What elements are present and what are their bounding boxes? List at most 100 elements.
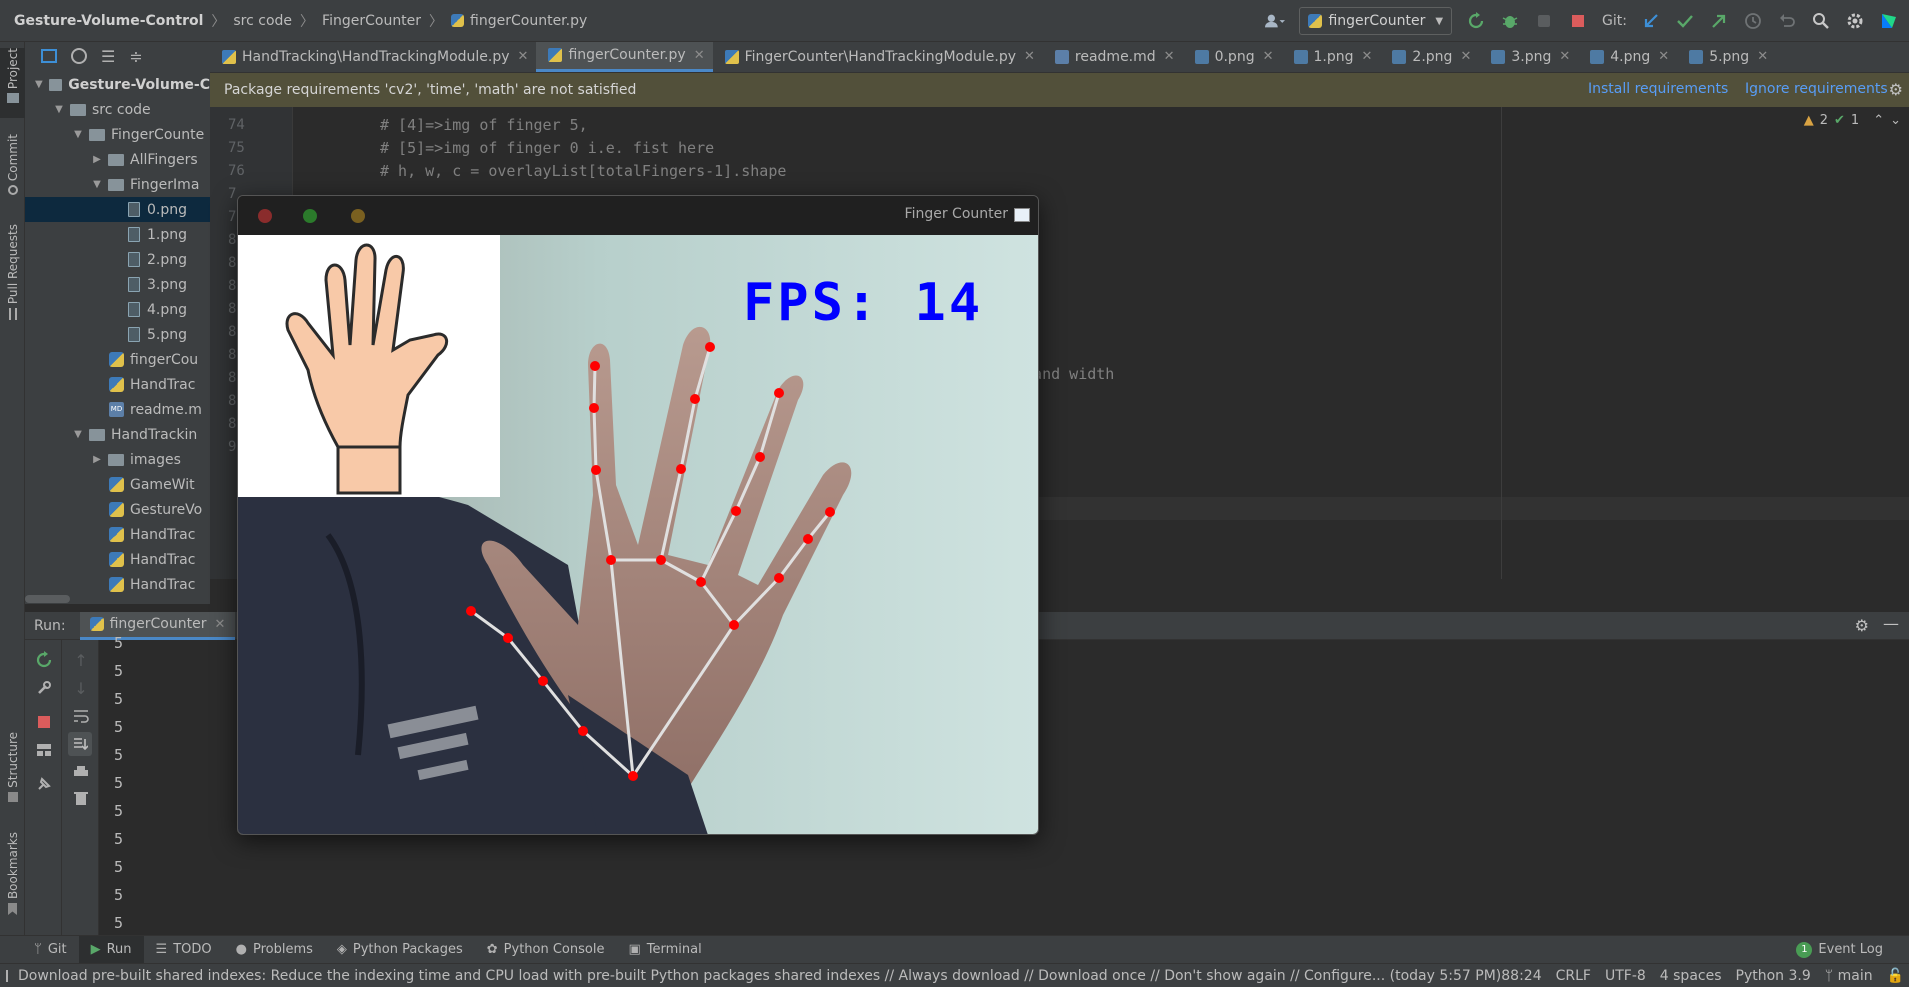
arrow-down-icon[interactable]: ↓: [71, 678, 91, 698]
rerun-icon[interactable]: [34, 650, 54, 670]
search-icon[interactable]: [1811, 11, 1831, 31]
editor-tab[interactable]: 4.png ✕: [1578, 42, 1677, 72]
tool-button-python-packages[interactable]: ◈ Python Packages: [325, 936, 475, 964]
collapse-all-icon[interactable]: ≑: [129, 47, 142, 66]
window-minimize-button[interactable]: [351, 209, 365, 223]
code-line[interactable]: # [5]=>img of finger 0 i.e. fist here: [380, 139, 714, 157]
chevron-down-icon[interactable]: ⌄: [1890, 113, 1901, 128]
breadcrumb-item-src-code[interactable]: src code: [233, 13, 292, 29]
chevron-down-icon[interactable]: ▼: [71, 129, 85, 140]
banner-settings-gear-icon[interactable]: ⚙: [1889, 80, 1903, 99]
project-tree-item[interactable]: ▼ HandTrackin: [25, 422, 210, 447]
project-tree-item[interactable]: ▼ FingerCounte: [25, 122, 210, 147]
chevron-down-icon[interactable]: ▼: [52, 104, 66, 115]
tool-button-python-console[interactable]: ✿ Python Console: [475, 936, 617, 964]
rerun-icon[interactable]: [1466, 11, 1486, 31]
project-tree-item[interactable]: ▶ AllFingers: [25, 147, 210, 172]
settings-gear-icon[interactable]: [1845, 11, 1865, 31]
breadcrumb-project[interactable]: Gesture-Volume-Control: [14, 13, 203, 29]
project-tree-item[interactable]: ▼ FingerIma: [25, 172, 210, 197]
install-requirements-link[interactable]: Install requirements: [1588, 81, 1728, 97]
editor-tab[interactable]: FingerCounter\HandTrackingModule.py ✕: [713, 42, 1043, 72]
close-icon[interactable]: ✕: [1658, 49, 1669, 64]
tool-tab-commit[interactable]: Commit: [0, 134, 25, 214]
caret-position[interactable]: 88:24: [1501, 968, 1541, 984]
hide-panel-icon[interactable]: —: [1883, 614, 1899, 633]
tool-tab-bookmarks[interactable]: Bookmarks: [0, 832, 25, 922]
project-tree-item[interactable]: HandTrac: [25, 547, 210, 572]
close-icon[interactable]: ✕: [1460, 49, 1471, 64]
git-push-icon[interactable]: [1709, 11, 1729, 31]
git-update-icon[interactable]: [1641, 11, 1661, 31]
close-icon[interactable]: ✕: [1559, 49, 1570, 64]
project-tree-item[interactable]: ▼ src code: [25, 97, 210, 122]
close-icon[interactable]: ✕: [694, 48, 705, 63]
project-tree-item[interactable]: 2.png: [25, 247, 210, 272]
project-tree-item[interactable]: ▼ Gesture-Volume-C: [25, 72, 210, 97]
inspection-widget[interactable]: ▲ 2 ✔ 1 ⌃ ⌄: [1804, 113, 1901, 128]
tool-tab-structure[interactable]: Structure: [0, 732, 25, 822]
stop-icon[interactable]: [34, 712, 54, 732]
window-close-button[interactable]: [258, 209, 272, 223]
event-log-button[interactable]: 1 Event Log: [1784, 936, 1895, 964]
project-tree-item[interactable]: 4.png: [25, 297, 210, 322]
print-icon[interactable]: [71, 762, 91, 782]
code-line[interactable]: # h, w, c = overlayList[totalFingers-1].…: [380, 162, 786, 180]
close-icon[interactable]: ✕: [518, 49, 529, 64]
chevron-down-icon[interactable]: ▼: [71, 429, 85, 440]
indent-setting[interactable]: 4 spaces: [1660, 968, 1722, 984]
project-tree-item[interactable]: 3.png: [25, 272, 210, 297]
history-icon[interactable]: [1743, 11, 1763, 31]
project-tree-item[interactable]: MD readme.m: [25, 397, 210, 422]
project-tree-item[interactable]: 0.png: [25, 197, 210, 222]
pin-icon[interactable]: [34, 774, 54, 794]
tool-tab-pull-requests[interactable]: Pull Requests: [0, 224, 25, 334]
git-commit-icon[interactable]: [1675, 11, 1695, 31]
status-message[interactable]: Download pre-built shared indexes: Reduc…: [18, 968, 1501, 984]
editor-tab[interactable]: fingerCounter.py ✕: [536, 42, 713, 72]
editor-tab[interactable]: HandTracking\HandTrackingModule.py ✕: [210, 42, 536, 72]
close-icon[interactable]: ✕: [1757, 49, 1768, 64]
lock-icon[interactable]: 🔓: [1887, 968, 1904, 984]
trash-icon[interactable]: [71, 788, 91, 808]
chevron-up-icon[interactable]: ⌃: [1873, 113, 1884, 128]
close-icon[interactable]: ✕: [1164, 49, 1175, 64]
tool-button-todo[interactable]: ☰ TODO: [144, 936, 224, 964]
stop-icon[interactable]: [1568, 11, 1588, 31]
arrow-up-icon[interactable]: ↑: [71, 650, 91, 670]
project-tree-item[interactable]: 1.png: [25, 222, 210, 247]
chevron-down-icon[interactable]: ▼: [33, 79, 45, 90]
project-tree-item[interactable]: GestureVo: [25, 497, 210, 522]
file-encoding[interactable]: UTF-8: [1605, 968, 1646, 984]
wrench-icon[interactable]: [34, 678, 54, 698]
tool-button-git[interactable]: ᛘ Git: [22, 936, 79, 964]
editor-tab[interactable]: 3.png ✕: [1479, 42, 1578, 72]
project-tree-item[interactable]: HandTrac: [25, 572, 210, 597]
close-icon[interactable]: ✕: [1263, 49, 1274, 64]
tool-tab-project[interactable]: Project: [0, 48, 25, 118]
close-icon[interactable]: ✕: [214, 617, 225, 632]
line-separator[interactable]: CRLF: [1556, 968, 1591, 984]
code-line[interactable]: # [4]=>img of finger 5,: [380, 116, 588, 134]
horizontal-scrollbar[interactable]: [25, 595, 70, 603]
editor-tab[interactable]: 1.png ✕: [1282, 42, 1381, 72]
close-icon[interactable]: ✕: [1024, 49, 1035, 64]
rollback-icon[interactable]: [1777, 11, 1797, 31]
project-tree-item[interactable]: HandTrac: [25, 372, 210, 397]
breadcrumb-item-file[interactable]: fingerCounter.py: [470, 13, 587, 29]
tool-button-problems[interactable]: ● Problems: [224, 936, 325, 964]
editor-tab[interactable]: 2.png ✕: [1380, 42, 1479, 72]
expand-all-icon[interactable]: ☰: [101, 47, 115, 66]
locate-icon[interactable]: [71, 48, 87, 64]
finger-counter-window[interactable]: Finger Counter FPS: 14: [237, 195, 1039, 835]
user-icon[interactable]: [1265, 11, 1286, 31]
editor-tab[interactable]: 0.png ✕: [1183, 42, 1282, 72]
git-branch[interactable]: ᛘ main: [1825, 968, 1873, 984]
project-tree-item[interactable]: HandTrac: [25, 522, 210, 547]
debug-bug-icon[interactable]: [1500, 11, 1520, 31]
finger-counter-titlebar[interactable]: Finger Counter: [238, 196, 1038, 235]
project-tree-item[interactable]: ▶ images: [25, 447, 210, 472]
ignore-requirements-link[interactable]: Ignore requirements: [1745, 81, 1888, 97]
close-icon[interactable]: ✕: [1362, 49, 1373, 64]
run-configuration-select[interactable]: fingerCounter ▼: [1299, 7, 1453, 35]
